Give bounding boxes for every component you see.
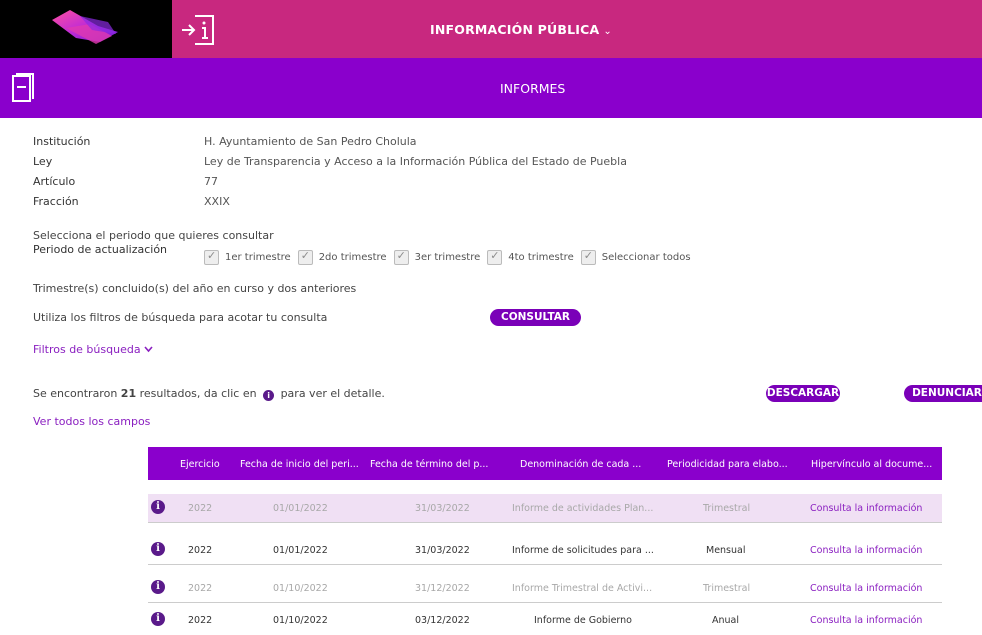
section-title: INFORMES xyxy=(500,81,566,96)
consulta-informacion-link[interactable]: Consulta la información xyxy=(810,615,922,626)
filtros-link-label: Filtros de búsqueda xyxy=(33,343,141,356)
period-option-label: Seleccionar todos xyxy=(601,252,691,263)
column-header-fecha-termino[interactable]: Fecha de término del p... xyxy=(370,459,488,470)
top-navigation-bar: INFORMACIÓN PÚBLICA ⌄ xyxy=(0,0,982,58)
cell-denominacion: Informe de Gobierno xyxy=(534,615,632,626)
institucion-value: H. Ayuntamiento de San Pedro Cholula xyxy=(204,135,417,148)
denunciar-button[interactable]: DENUNCIAR xyxy=(904,385,982,402)
logo[interactable] xyxy=(0,0,172,58)
informacion-publica-menu[interactable]: INFORMACIÓN PÚBLICA ⌄ xyxy=(430,22,612,37)
cell-fecha-termino: 31/03/2022 xyxy=(415,503,470,514)
cell-periodicidad: Mensual xyxy=(706,545,746,556)
info-icon[interactable]: i xyxy=(151,500,165,514)
cell-periodicidad: Trimestral xyxy=(703,503,751,514)
info-icon[interactable]: i xyxy=(151,580,165,594)
articulo-value: 77 xyxy=(204,175,218,188)
consulta-informacion-link[interactable]: Consulta la información xyxy=(810,503,922,514)
cell-fecha-inicio: 01/01/2022 xyxy=(273,545,328,556)
cell-periodicidad: Anual xyxy=(712,615,740,626)
period-option-label: 1er trimestre xyxy=(225,252,291,263)
table-row[interactable]: i 2022 01/01/2022 31/03/2022 Informe de … xyxy=(148,536,942,565)
consulta-informacion-link[interactable]: Consulta la información xyxy=(810,545,922,556)
cell-denominacion: Informe de actividades Plan... xyxy=(512,503,654,514)
cell-ejercicio: 2022 xyxy=(188,545,213,556)
results-count: 21 xyxy=(120,387,137,400)
cell-denominacion: Informe de solicitudes para ... xyxy=(512,545,654,556)
institucion-label: Institución xyxy=(33,135,91,148)
ley-label: Ley xyxy=(33,155,53,168)
checkbox-2do-trimestre[interactable] xyxy=(297,249,313,265)
period-option-label: 3er trimestre xyxy=(414,252,481,263)
fraccion-label: Fracción xyxy=(33,195,79,208)
cell-ejercicio: 2022 xyxy=(188,615,213,626)
checkbox-3er-trimestre[interactable] xyxy=(393,249,409,265)
logo-graphic-icon xyxy=(52,10,118,44)
results-summary: Se encontraron 21 resultados, da clic en… xyxy=(33,387,385,401)
column-header-fecha-inicio[interactable]: Fecha de inicio del peri... xyxy=(240,459,359,470)
cell-fecha-inicio: 01/01/2022 xyxy=(273,503,328,514)
ley-value: Ley de Transparencia y Acceso a la Infor… xyxy=(204,155,627,168)
cell-fecha-termino: 03/12/2022 xyxy=(415,615,470,626)
checkbox-1er-trimestre[interactable] xyxy=(204,249,219,265)
results-suffix: para ver el detalle. xyxy=(277,387,385,400)
articulo-label: Artículo xyxy=(33,175,76,188)
consulta-informacion-link[interactable]: Consulta la información xyxy=(810,583,922,594)
period-option-label: 2do trimestre xyxy=(318,252,387,263)
checkbox-4to-trimestre[interactable] xyxy=(487,249,503,265)
period-prompt: Selecciona el periodo que quieres consul… xyxy=(33,229,274,242)
info-icon: i xyxy=(263,390,275,401)
login-icon[interactable] xyxy=(180,14,216,46)
column-header-hipervinculo[interactable]: Hipervínculo al docume... xyxy=(811,459,932,470)
checkbox-seleccionar-todos[interactable] xyxy=(580,249,596,265)
info-icon[interactable]: i xyxy=(151,612,165,626)
cell-ejercicio: 2022 xyxy=(188,503,213,514)
table-header: Ejercicio Fecha de inicio del peri... Fe… xyxy=(148,447,942,480)
cell-denominacion: Informe Trimestral de Activi... xyxy=(512,583,653,594)
column-header-denominacion[interactable]: Denominación de cada ... xyxy=(520,459,641,470)
filtros-busqueda-toggle[interactable]: Filtros de búsqueda xyxy=(33,343,153,356)
cell-ejercicio: 2022 xyxy=(188,583,213,594)
fraccion-value: XXIX xyxy=(204,195,230,208)
table-row[interactable]: i 2022 01/01/2022 31/03/2022 Informe de … xyxy=(148,494,942,523)
results-prefix: Se encontraron xyxy=(33,387,121,400)
table-row[interactable]: i 2022 01/10/2022 31/12/2022 Informe Tri… xyxy=(148,574,942,603)
cell-fecha-inicio: 01/10/2022 xyxy=(273,583,328,594)
menu-title: INFORMACIÓN PÚBLICA xyxy=(430,22,600,37)
chevron-down-icon: ⌄ xyxy=(603,26,612,37)
column-header-ejercicio[interactable]: Ejercicio xyxy=(180,459,220,470)
chevron-down-icon xyxy=(144,343,153,356)
document-icon xyxy=(12,73,34,102)
trimester-note: Trimestre(s) concluido(s) del año en cur… xyxy=(33,282,357,295)
section-header-bar: INFORMES xyxy=(0,58,982,118)
period-checkbox-group: 1er trimestre 2do trimestre 3er trimestr… xyxy=(204,249,698,265)
info-icon[interactable]: i xyxy=(151,542,165,556)
ver-todos-los-campos-link[interactable]: Ver todos los campos xyxy=(33,415,150,428)
consultar-button[interactable]: CONSULTAR xyxy=(490,309,581,326)
cell-fecha-termino: 31/12/2022 xyxy=(415,583,470,594)
column-header-periodicidad[interactable]: Periodicidad para elabo... xyxy=(667,459,788,470)
period-label: Periodo de actualización xyxy=(33,243,168,256)
results-middle: resultados, da clic en xyxy=(136,387,261,400)
table-row[interactable]: i 2022 01/10/2022 03/12/2022 Informe de … xyxy=(148,606,942,634)
cell-fecha-termino: 31/03/2022 xyxy=(415,545,470,556)
filters-note: Utiliza los filtros de búsqueda para aco… xyxy=(33,311,328,324)
cell-fecha-inicio: 01/10/2022 xyxy=(273,615,328,626)
period-option-label: 4to trimestre xyxy=(508,252,574,263)
cell-periodicidad: Trimestral xyxy=(703,583,751,594)
descargar-button[interactable]: DESCARGAR xyxy=(766,385,840,402)
